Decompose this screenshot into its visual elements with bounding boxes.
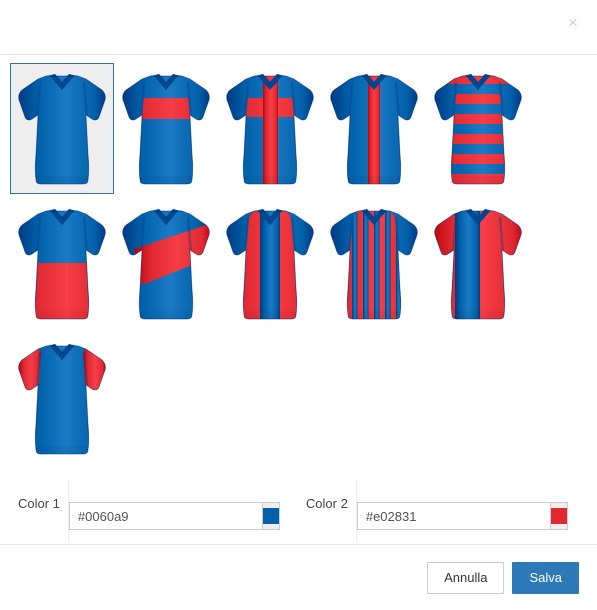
jersey-bottom-half[interactable] [10, 198, 114, 329]
color-2-field-wrap [355, 480, 576, 542]
color-2-group: Color 2 [288, 480, 576, 542]
colors-row: Color 1 Color 2 [0, 480, 597, 542]
dialog-footer: Annulla Salva [0, 544, 597, 610]
cancel-button[interactable]: Annulla [427, 561, 505, 594]
color-2-swatch [550, 508, 567, 524]
dialog-header: × [0, 0, 597, 55]
color-1-swatch [262, 508, 279, 524]
jersey-cross[interactable] [218, 63, 322, 194]
color-1-label: Color 1 [18, 496, 60, 511]
color-2-input[interactable] [356, 502, 550, 530]
color-1-swatch-button[interactable] [261, 502, 280, 530]
dialog-body: Color 1 Color 2 [0, 55, 597, 544]
color-2-input-group [356, 502, 568, 530]
jersey-thin-stripes[interactable] [322, 198, 426, 329]
close-icon[interactable]: × [561, 10, 585, 34]
save-button[interactable]: Salva [512, 561, 579, 594]
color-2-swatch-button[interactable] [549, 502, 568, 530]
color-1-input-group [68, 502, 280, 530]
jersey-half-vertical[interactable] [426, 198, 530, 329]
color-2-label: Color 2 [305, 496, 348, 511]
jersey-colored-sleeves[interactable] [10, 333, 114, 464]
jersey-plain[interactable] [10, 63, 114, 194]
jersey-picker-dialog: × Color 1 #0060a9 Color 2 #e02831 Annull… [0, 0, 597, 610]
jersey-hoops[interactable] [426, 63, 530, 194]
jersey-grid [0, 55, 597, 468]
jersey-center-stripe[interactable] [322, 63, 426, 194]
color-1-group: Color 1 [0, 480, 288, 542]
jersey-chest-band[interactable] [114, 63, 218, 194]
jersey-three-stripes[interactable] [218, 198, 322, 329]
jersey-diagonal-sash[interactable] [114, 198, 218, 329]
color-1-field-wrap [67, 480, 288, 542]
color-1-input[interactable] [68, 502, 262, 530]
